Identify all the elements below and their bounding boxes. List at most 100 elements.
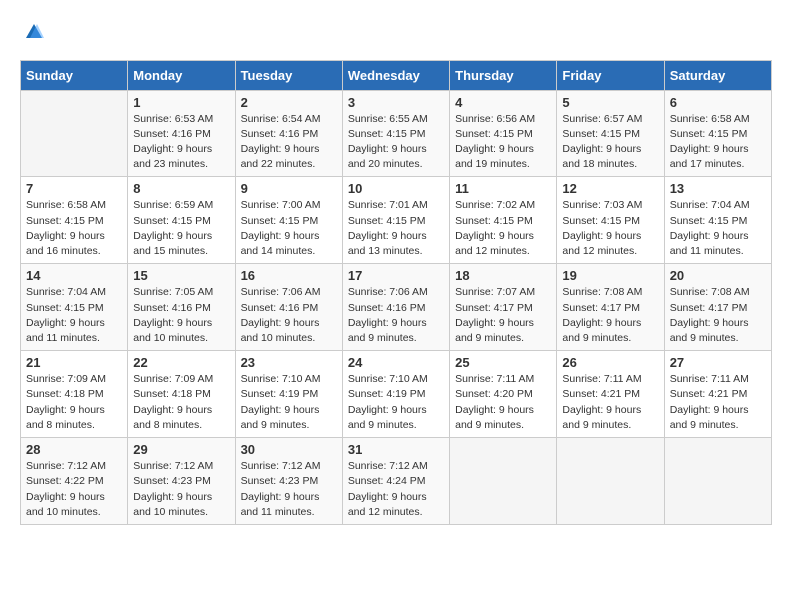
- day-info: Sunrise: 7:11 AM Sunset: 4:21 PM Dayligh…: [562, 372, 658, 433]
- day-info: Sunrise: 7:11 AM Sunset: 4:21 PM Dayligh…: [670, 372, 766, 433]
- day-number: 22: [133, 355, 229, 370]
- day-number: 26: [562, 355, 658, 370]
- calendar-cell: 15 Sunrise: 7:05 AM Sunset: 4:16 PM Dayli…: [128, 264, 235, 351]
- day-number: 19: [562, 268, 658, 283]
- day-number: 11: [455, 181, 551, 196]
- calendar-cell: [21, 90, 128, 177]
- day-info: Sunrise: 7:12 AM Sunset: 4:23 PM Dayligh…: [133, 459, 229, 520]
- day-number: 16: [241, 268, 337, 283]
- calendar-week-row: 14Sunrise: 7:04 AM Sunset: 4:15 PM Dayli…: [21, 264, 772, 351]
- day-number: 21: [26, 355, 122, 370]
- calendar-cell: 4 Sunrise: 6:56 AM Sunset: 4:15 PM Daylig…: [450, 90, 557, 177]
- weekday-header: Wednesday: [342, 60, 449, 90]
- calendar-week-row: 28 Sunrise: 7:12 AM Sunset: 4:22 PM Dayli…: [21, 438, 772, 525]
- day-info: Sunrise: 7:09 AM Sunset: 4:18 PM Dayligh…: [133, 372, 229, 433]
- day-number: 13: [670, 181, 766, 196]
- day-number: 29: [133, 442, 229, 457]
- day-info: Sunrise: 7:10 AM Sunset: 4:19 PM Dayligh…: [348, 372, 444, 433]
- day-info: Sunrise: 7:06 AM Sunset: 4:16 PM Dayligh…: [241, 285, 337, 346]
- day-info: Sunrise: 7:12 AM Sunset: 4:23 PM Dayligh…: [241, 459, 337, 520]
- calendar-cell: 26 Sunrise: 7:11 AM Sunset: 4:21 PM Dayli…: [557, 351, 664, 438]
- calendar-table: SundayMondayTuesdayWednesdayThursdayFrid…: [20, 60, 772, 525]
- weekday-header: Sunday: [21, 60, 128, 90]
- weekday-header: Friday: [557, 60, 664, 90]
- day-number: 3: [348, 95, 444, 110]
- day-info: Sunrise: 6:53 AM Sunset: 4:16 PM Dayligh…: [133, 112, 229, 173]
- day-info: Sunrise: 6:59 AM Sunset: 4:15 PM Dayligh…: [133, 198, 229, 259]
- day-info: Sunrise: 6:58 AM Sunset: 4:15 PM Dayligh…: [26, 198, 122, 259]
- logo: [20, 20, 46, 50]
- day-number: 1: [133, 95, 229, 110]
- calendar-cell: [664, 438, 771, 525]
- day-info: Sunrise: 7:08 AM Sunset: 4:17 PM Dayligh…: [562, 285, 658, 346]
- day-number: 27: [670, 355, 766, 370]
- day-info: Sunrise: 6:54 AM Sunset: 4:16 PM Dayligh…: [241, 112, 337, 173]
- day-info: Sunrise: 6:57 AM Sunset: 4:15 PM Dayligh…: [562, 112, 658, 173]
- day-info: Sunrise: 7:06 AM Sunset: 4:16 PM Dayligh…: [348, 285, 444, 346]
- day-info: Sunrise: 7:08 AM Sunset: 4:17 PM Dayligh…: [670, 285, 766, 346]
- day-info: Sunrise: 6:58 AM Sunset: 4:15 PM Dayligh…: [670, 112, 766, 173]
- calendar-cell: 28 Sunrise: 7:12 AM Sunset: 4:22 PM Dayli…: [21, 438, 128, 525]
- day-number: 6: [670, 95, 766, 110]
- calendar-cell: 30 Sunrise: 7:12 AM Sunset: 4:23 PM Dayli…: [235, 438, 342, 525]
- logo-icon: [22, 20, 46, 44]
- calendar-cell: 27 Sunrise: 7:11 AM Sunset: 4:21 PM Dayli…: [664, 351, 771, 438]
- calendar-cell: 2 Sunrise: 6:54 AM Sunset: 4:16 PM Daylig…: [235, 90, 342, 177]
- day-info: Sunrise: 7:05 AM Sunset: 4:16 PM Dayligh…: [133, 285, 229, 346]
- day-number: 23: [241, 355, 337, 370]
- calendar-cell: 31Sunrise: 7:12 AM Sunset: 4:24 PM Dayli…: [342, 438, 449, 525]
- calendar-cell: 14Sunrise: 7:04 AM Sunset: 4:15 PM Dayli…: [21, 264, 128, 351]
- calendar-cell: [450, 438, 557, 525]
- calendar-cell: 6 Sunrise: 6:58 AM Sunset: 4:15 PM Daylig…: [664, 90, 771, 177]
- day-number: 2: [241, 95, 337, 110]
- calendar-cell: 18 Sunrise: 7:07 AM Sunset: 4:17 PM Dayli…: [450, 264, 557, 351]
- calendar-week-row: 7 Sunrise: 6:58 AM Sunset: 4:15 PM Daylig…: [21, 177, 772, 264]
- calendar-cell: 7 Sunrise: 6:58 AM Sunset: 4:15 PM Daylig…: [21, 177, 128, 264]
- day-info: Sunrise: 7:00 AM Sunset: 4:15 PM Dayligh…: [241, 198, 337, 259]
- calendar-cell: 23 Sunrise: 7:10 AM Sunset: 4:19 PM Dayli…: [235, 351, 342, 438]
- day-info: Sunrise: 7:09 AM Sunset: 4:18 PM Dayligh…: [26, 372, 122, 433]
- day-number: 4: [455, 95, 551, 110]
- calendar-cell: 8 Sunrise: 6:59 AM Sunset: 4:15 PM Daylig…: [128, 177, 235, 264]
- day-number: 12: [562, 181, 658, 196]
- calendar-cell: 16 Sunrise: 7:06 AM Sunset: 4:16 PM Dayli…: [235, 264, 342, 351]
- day-number: 20: [670, 268, 766, 283]
- calendar-cell: 24 Sunrise: 7:10 AM Sunset: 4:19 PM Dayli…: [342, 351, 449, 438]
- day-number: 24: [348, 355, 444, 370]
- weekday-header: Saturday: [664, 60, 771, 90]
- day-number: 5: [562, 95, 658, 110]
- day-info: Sunrise: 7:12 AM Sunset: 4:22 PM Dayligh…: [26, 459, 122, 520]
- day-info: Sunrise: 7:10 AM Sunset: 4:19 PM Dayligh…: [241, 372, 337, 433]
- calendar-cell: 9 Sunrise: 7:00 AM Sunset: 4:15 PM Daylig…: [235, 177, 342, 264]
- calendar-cell: 21 Sunrise: 7:09 AM Sunset: 4:18 PM Dayli…: [21, 351, 128, 438]
- day-info: Sunrise: 7:07 AM Sunset: 4:17 PM Dayligh…: [455, 285, 551, 346]
- calendar-cell: 20 Sunrise: 7:08 AM Sunset: 4:17 PM Dayli…: [664, 264, 771, 351]
- weekday-header-row: SundayMondayTuesdayWednesdayThursdayFrid…: [21, 60, 772, 90]
- calendar-cell: 5 Sunrise: 6:57 AM Sunset: 4:15 PM Daylig…: [557, 90, 664, 177]
- calendar-cell: 22 Sunrise: 7:09 AM Sunset: 4:18 PM Dayli…: [128, 351, 235, 438]
- day-number: 10: [348, 181, 444, 196]
- day-number: 15: [133, 268, 229, 283]
- day-number: 30: [241, 442, 337, 457]
- weekday-header: Thursday: [450, 60, 557, 90]
- day-info: Sunrise: 7:04 AM Sunset: 4:15 PM Dayligh…: [670, 198, 766, 259]
- calendar-cell: [557, 438, 664, 525]
- calendar-week-row: 21 Sunrise: 7:09 AM Sunset: 4:18 PM Dayli…: [21, 351, 772, 438]
- calendar-cell: 11Sunrise: 7:02 AM Sunset: 4:15 PM Dayli…: [450, 177, 557, 264]
- day-info: Sunrise: 7:03 AM Sunset: 4:15 PM Dayligh…: [562, 198, 658, 259]
- day-info: Sunrise: 7:12 AM Sunset: 4:24 PM Dayligh…: [348, 459, 444, 520]
- day-number: 7: [26, 181, 122, 196]
- day-number: 17: [348, 268, 444, 283]
- calendar-cell: 29 Sunrise: 7:12 AM Sunset: 4:23 PM Dayli…: [128, 438, 235, 525]
- calendar-week-row: 1 Sunrise: 6:53 AM Sunset: 4:16 PM Daylig…: [21, 90, 772, 177]
- day-number: 28: [26, 442, 122, 457]
- day-number: 8: [133, 181, 229, 196]
- day-number: 25: [455, 355, 551, 370]
- day-info: Sunrise: 7:04 AM Sunset: 4:15 PM Dayligh…: [26, 285, 122, 346]
- day-info: Sunrise: 6:56 AM Sunset: 4:15 PM Dayligh…: [455, 112, 551, 173]
- calendar-cell: 17 Sunrise: 7:06 AM Sunset: 4:16 PM Dayli…: [342, 264, 449, 351]
- day-number: 9: [241, 181, 337, 196]
- calendar-cell: 10 Sunrise: 7:01 AM Sunset: 4:15 PM Dayli…: [342, 177, 449, 264]
- day-number: 18: [455, 268, 551, 283]
- day-info: Sunrise: 7:01 AM Sunset: 4:15 PM Dayligh…: [348, 198, 444, 259]
